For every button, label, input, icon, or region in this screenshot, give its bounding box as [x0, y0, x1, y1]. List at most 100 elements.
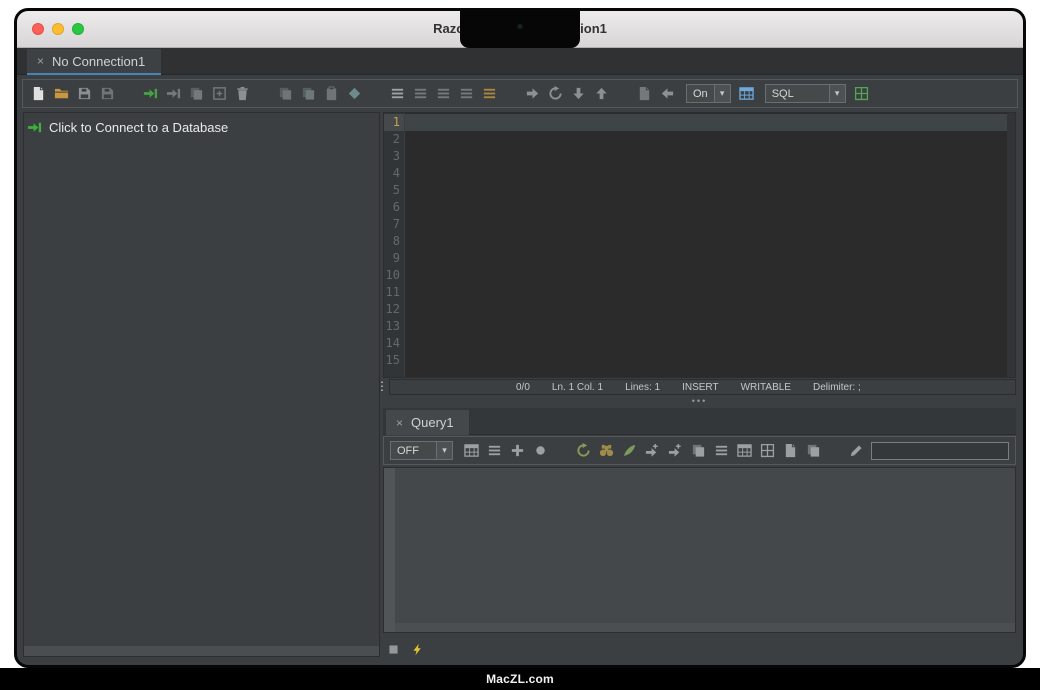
transaction-log-icon[interactable]	[738, 85, 755, 102]
select-all-lines-icon[interactable]	[389, 85, 406, 102]
new-connection-icon[interactable]	[211, 85, 228, 102]
query-results-panel[interactable]	[383, 467, 1016, 633]
query-tab-label: Query1	[411, 415, 454, 430]
razorsql-window: RazorSQL - No Connection1 × No Connectio…	[14, 8, 1026, 668]
execute-sql-icon[interactable]	[524, 85, 541, 102]
copy-document-icon[interactable]	[805, 442, 822, 459]
paste-icon[interactable]	[323, 85, 340, 102]
new-file-icon[interactable]	[30, 85, 47, 102]
sidebar-horizontal-scrollbar[interactable]	[24, 646, 379, 656]
delete-connection-icon[interactable]	[234, 85, 251, 102]
query-status-strip	[387, 641, 424, 657]
stop-indicator-icon[interactable]	[387, 643, 400, 656]
refresh-icon[interactable]	[547, 85, 564, 102]
editor-mode-select[interactable]: SQL ▾	[765, 84, 846, 103]
camera-dot	[518, 24, 523, 29]
notch	[460, 11, 580, 48]
document-view-icon[interactable]	[782, 442, 799, 459]
editor-vertical-scrollbar[interactable]	[1007, 113, 1015, 377]
format-sql-icon[interactable]	[481, 85, 498, 102]
align-right-icon[interactable]	[458, 85, 475, 102]
connect-icon[interactable]	[142, 85, 159, 102]
open-file-icon[interactable]	[53, 85, 70, 102]
line-number: 12	[384, 301, 404, 318]
export-document-icon[interactable]	[636, 85, 653, 102]
cursor-position: Ln. 1 Col. 1	[552, 382, 603, 393]
toolbar-separator	[257, 93, 271, 94]
connect-message: Click to Connect to a Database	[49, 120, 228, 135]
table-view-icon[interactable]	[736, 442, 753, 459]
move-up-icon[interactable]	[593, 85, 610, 102]
save-as-icon[interactable]	[99, 85, 116, 102]
selection-indicator: 0/0	[516, 382, 530, 393]
vertical-splitter-handle[interactable]: ⋮	[376, 378, 386, 396]
add-row-icon[interactable]	[509, 442, 526, 459]
insert-column-icon[interactable]	[644, 442, 661, 459]
duplicate-icon[interactable]	[300, 85, 317, 102]
row-text-view-icon[interactable]	[713, 442, 730, 459]
transaction-mode-value: On	[686, 84, 714, 103]
connect-database-icon	[27, 120, 42, 135]
copy-icon[interactable]	[277, 85, 294, 102]
toolbar-separator	[555, 450, 569, 451]
reconnect-icon[interactable]	[188, 85, 205, 102]
navigate-back-icon[interactable]	[659, 85, 676, 102]
toolbar-separator	[122, 93, 136, 94]
compare-icon[interactable]	[346, 85, 363, 102]
connect-to-database-link[interactable]: Click to Connect to a Database	[24, 113, 379, 142]
max-rows-select[interactable]: OFF ▾	[390, 441, 453, 460]
line-count: Lines: 1	[625, 382, 660, 393]
export-results-icon[interactable]	[463, 442, 480, 459]
close-tab-icon[interactable]: ×	[396, 416, 403, 430]
close-tab-icon[interactable]: ×	[37, 54, 44, 68]
wrap-text-icon[interactable]	[486, 442, 503, 459]
query-tab-bar: × Query1	[383, 408, 1016, 435]
watermark-text: MacZL.com	[486, 672, 554, 686]
editor-status-bar: 0/0 Ln. 1 Col. 1 Lines: 1 INSERT WRITABL…	[389, 379, 1016, 395]
chevron-down-icon[interactable]: ▾	[436, 441, 453, 460]
line-number: 4	[384, 165, 404, 182]
execute-bolt-icon[interactable]	[411, 643, 424, 656]
stop-query-icon[interactable]	[532, 442, 549, 459]
max-rows-value: OFF	[390, 441, 436, 460]
save-icon[interactable]	[76, 85, 93, 102]
tab-label: No Connection1	[52, 54, 145, 69]
chevron-down-icon[interactable]: ▾	[829, 84, 846, 103]
tab-no-connection1[interactable]: × No Connection1	[27, 49, 161, 75]
sql-editor[interactable]: 123456789101112131415	[383, 112, 1016, 378]
sql-grid-icon[interactable]	[853, 85, 870, 102]
line-number: 1	[384, 114, 404, 131]
connection-tab-bar: × No Connection1	[17, 48, 1023, 75]
refresh-results-icon[interactable]	[575, 442, 592, 459]
results-search-input[interactable]	[871, 442, 1009, 460]
insert-mode-indicator: INSERT	[682, 382, 719, 393]
align-left-icon[interactable]	[412, 85, 429, 102]
laptop-bezel: MacZL.com	[0, 668, 1040, 690]
copy-results-icon[interactable]	[690, 442, 707, 459]
results-horizontal-scrollbar[interactable]	[395, 623, 1015, 632]
append-column-icon[interactable]	[667, 442, 684, 459]
horizontal-splitter-handle[interactable]: •••	[383, 396, 1016, 408]
transaction-mode-select[interactable]: On ▾	[686, 84, 731, 103]
editor-mode-value: SQL	[765, 84, 829, 103]
filter-results-icon[interactable]	[621, 442, 638, 459]
line-number: 6	[384, 199, 404, 216]
move-down-icon[interactable]	[570, 85, 587, 102]
line-number: 9	[384, 250, 404, 267]
toolbar-separator	[369, 93, 383, 94]
find-in-results-icon[interactable]	[598, 442, 615, 459]
line-number: 7	[384, 216, 404, 233]
disconnect-icon[interactable]	[165, 85, 182, 102]
chevron-down-icon[interactable]: ▾	[714, 84, 731, 103]
grid-view-icon[interactable]	[759, 442, 776, 459]
query-toolbar-icons	[463, 442, 865, 459]
database-browser-panel: Click to Connect to a Database	[23, 112, 380, 657]
line-number: 3	[384, 148, 404, 165]
align-center-icon[interactable]	[435, 85, 452, 102]
line-number: 5	[384, 182, 404, 199]
tab-query1[interactable]: × Query1	[386, 410, 469, 435]
edit-cell-icon[interactable]	[848, 442, 865, 459]
line-number: 13	[384, 318, 404, 335]
main-toolbar: On ▾ SQL ▾	[22, 79, 1018, 108]
delimiter-indicator: Delimiter: ;	[813, 382, 861, 393]
